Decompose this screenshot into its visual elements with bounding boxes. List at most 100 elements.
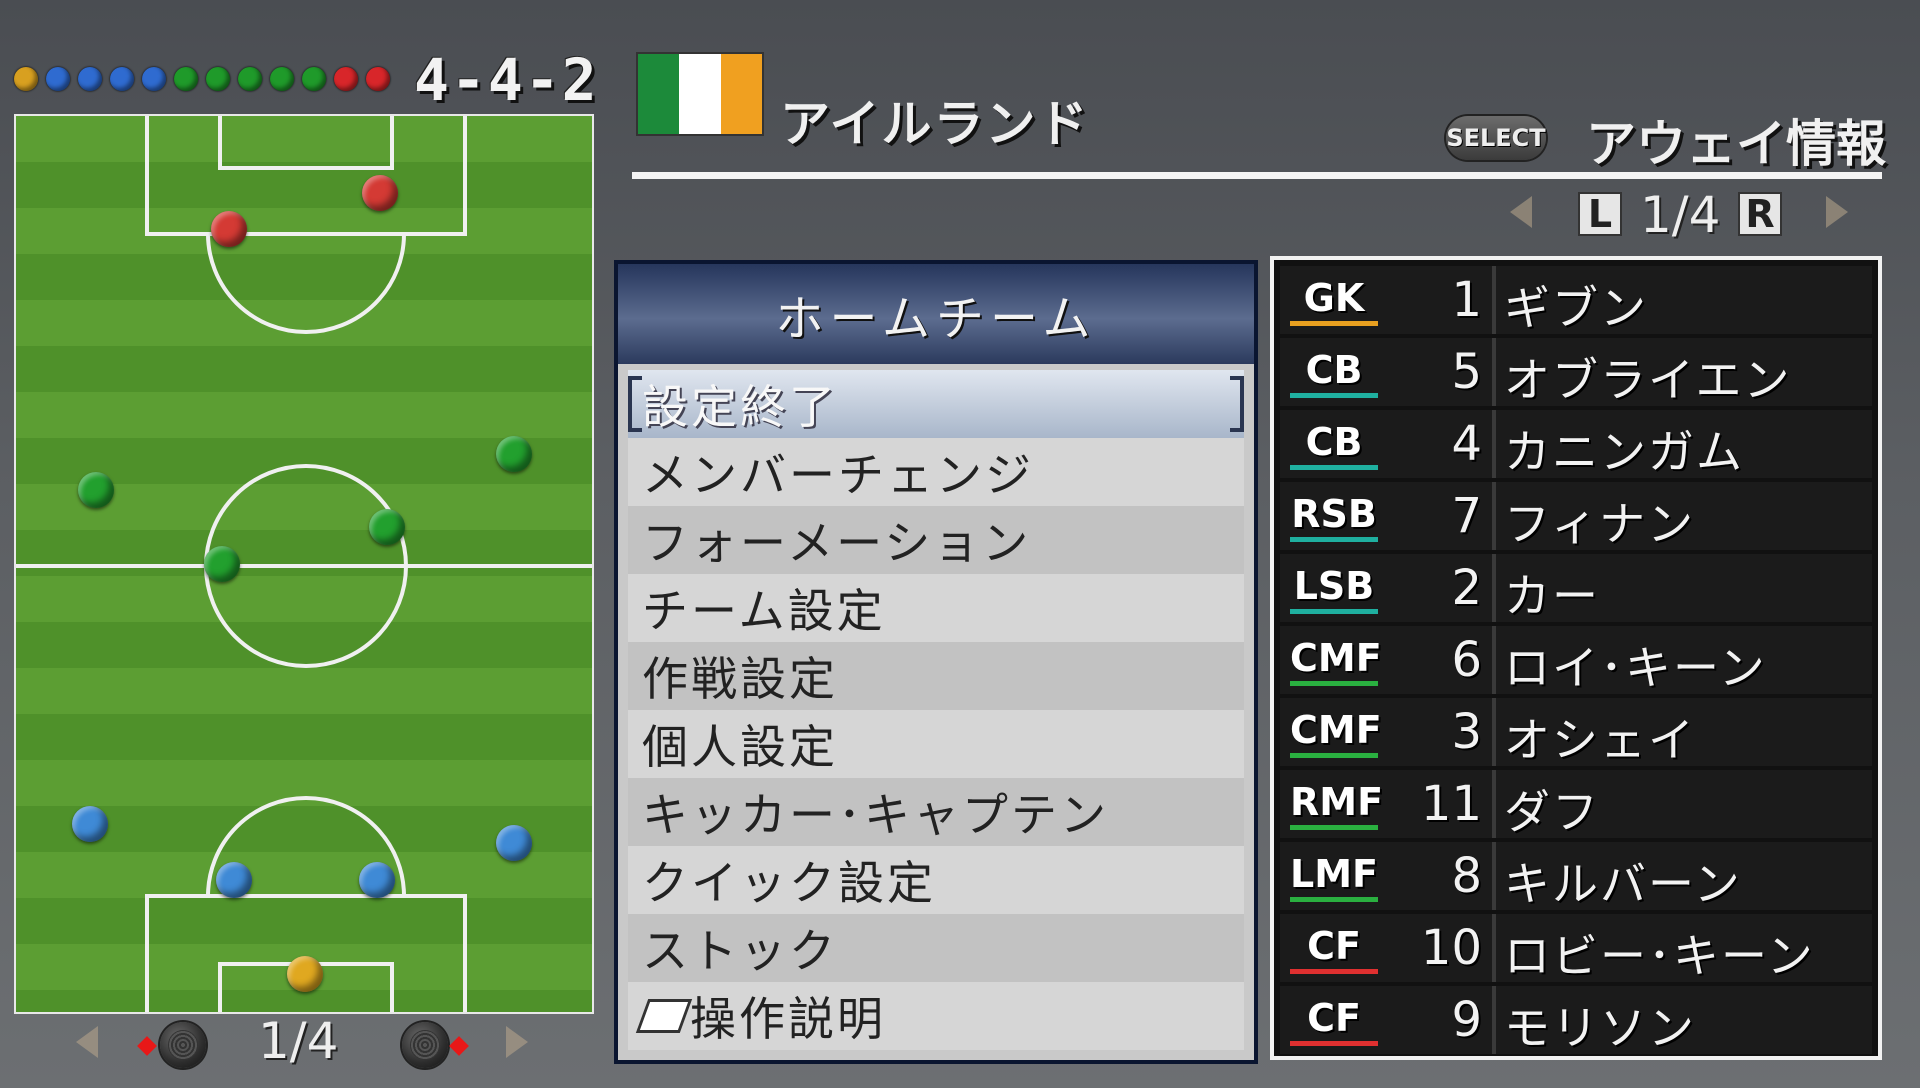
player-marker-gk[interactable] [287, 956, 323, 992]
menu-item[interactable]: 設定終了 [628, 370, 1244, 438]
player-name: ギブン [1504, 281, 1648, 335]
formation-dot [238, 67, 262, 91]
position-underline [1290, 609, 1378, 614]
menu-item[interactable]: ストック [628, 914, 1244, 982]
position-badge: CF [1290, 924, 1378, 974]
menu-item-label: 作戦設定 [642, 652, 838, 706]
roster-next-arrow-icon[interactable] [1826, 196, 1848, 228]
select-button[interactable]: SELECT [1446, 116, 1546, 160]
roster-prev-arrow-icon[interactable] [1510, 196, 1532, 228]
roster-row[interactable]: CF 9 モリソン [1280, 986, 1872, 1055]
player-name: オシェイ [1504, 713, 1696, 767]
player-marker-lmf[interactable] [78, 472, 114, 508]
position-badge: CB [1290, 420, 1378, 470]
book-icon [635, 999, 693, 1033]
formation-dot [366, 67, 390, 91]
pitch-pager-text: 1/4 [258, 1012, 339, 1070]
formation-dot [142, 67, 166, 91]
player-name: オブライエン [1504, 353, 1792, 407]
roster-row[interactable]: RMF 11 ダフ [1280, 770, 1872, 839]
roster-row[interactable]: LSB 2 カー [1280, 554, 1872, 623]
left-stick-icon [160, 1022, 206, 1068]
menu-item[interactable]: フォーメーション [628, 506, 1244, 574]
menu-item[interactable]: メンバーチェンジ [628, 438, 1244, 506]
player-number: 2 [1451, 560, 1482, 616]
menu-item-label: 個人設定 [642, 720, 838, 774]
player-name: ロイ･キーン [1504, 641, 1767, 695]
position-underline [1290, 321, 1378, 326]
player-number: 1 [1451, 272, 1482, 328]
formation-dot [302, 67, 326, 91]
player-marker-lsb[interactable] [72, 806, 108, 842]
player-name: モリソン [1504, 1001, 1696, 1055]
position-badge: CMF [1290, 708, 1382, 758]
position-badge: CF [1290, 996, 1378, 1046]
roster-row[interactable]: LMF 8 キルバーン [1280, 842, 1872, 911]
menu-item-label: 設定終了 [642, 380, 838, 434]
player-number: 9 [1451, 992, 1482, 1048]
position-badge: RMF [1290, 780, 1383, 830]
row-divider [1492, 842, 1496, 910]
position-underline [1290, 681, 1378, 686]
formation-dots [14, 64, 398, 94]
player-number: 10 [1420, 920, 1482, 976]
player-number: 6 [1451, 632, 1482, 688]
player-marker-cmf[interactable] [204, 546, 240, 582]
away-info-label[interactable]: アウェイ情報 [1586, 104, 1886, 176]
roster-row[interactable]: CMF 6 ロイ･キーン [1280, 626, 1872, 695]
player-name: ロビー･キーン [1504, 929, 1815, 983]
pitch-prev-arrow-icon[interactable] [76, 1026, 98, 1058]
ireland-flag-icon [636, 52, 764, 136]
position-label: CB [1305, 420, 1363, 464]
position-badge: LSB [1290, 564, 1378, 614]
position-underline [1290, 393, 1378, 398]
roster-row[interactable]: GK 1 ギブン [1280, 266, 1872, 335]
menu-item[interactable]: チーム設定 [628, 574, 1244, 642]
position-underline [1290, 969, 1378, 974]
player-marker-rmf[interactable] [496, 436, 532, 472]
flag-stripe-white [679, 54, 721, 134]
menu-item[interactable]: キッカー･キャプテン [628, 778, 1244, 846]
position-badge: RSB [1290, 492, 1378, 542]
menu-item[interactable]: 作戦設定 [628, 642, 1244, 710]
r-button-icon[interactable]: R [1738, 192, 1782, 236]
roster-row[interactable]: RSB 7 フィナン [1280, 482, 1872, 551]
player-marker-cmf[interactable] [369, 509, 405, 545]
player-marker-cb[interactable] [216, 862, 252, 898]
roster-row[interactable]: CB 5 オブライエン [1280, 338, 1872, 407]
row-divider [1492, 410, 1496, 478]
player-marker-cf[interactable] [362, 175, 398, 211]
pitch[interactable] [14, 114, 594, 1014]
menu-item-label: クイック設定 [642, 856, 936, 910]
position-label: RSB [1291, 492, 1377, 536]
menu-item-label: ストック [642, 924, 838, 978]
country-name: アイルランド [780, 95, 1090, 153]
roster-row[interactable]: CMF 3 オシェイ [1280, 698, 1872, 767]
roster-row[interactable]: CB 4 カニンガム [1280, 410, 1872, 479]
flag-stripe-orange [720, 54, 762, 134]
l-button-icon[interactable]: L [1578, 192, 1622, 236]
formation-dot [46, 67, 70, 91]
row-divider [1492, 698, 1496, 766]
menu-title: ホームチーム [618, 264, 1254, 364]
player-marker-cf[interactable] [211, 211, 247, 247]
player-number: 8 [1451, 848, 1482, 904]
player-marker-rsb[interactable] [496, 825, 532, 861]
row-divider [1492, 482, 1496, 550]
row-divider [1492, 554, 1496, 622]
menu-item-label: 操作説明 [690, 992, 886, 1046]
position-underline [1290, 465, 1378, 470]
menu-item[interactable]: 操作説明 [628, 982, 1244, 1050]
roster-row[interactable]: CF 10 ロビー･キーン [1280, 914, 1872, 983]
player-number: 3 [1451, 704, 1482, 760]
pitch-next-arrow-icon[interactable] [506, 1026, 528, 1058]
menu-item[interactable]: クイック設定 [628, 846, 1244, 914]
formation-label: 4-4-2 [414, 46, 599, 114]
player-marker-cb[interactable] [359, 862, 395, 898]
player-name: フィナン [1504, 497, 1696, 551]
menu-item-label: フォーメーション [642, 516, 1032, 570]
player-name: カニンガム [1504, 425, 1744, 479]
menu-item[interactable]: 個人設定 [628, 710, 1244, 778]
player-name: キルバーン [1504, 857, 1742, 911]
home-team-menu: ホームチーム 設定終了 メンバーチェンジフォーメーション チーム設定作戦設定個人設定… [614, 260, 1258, 1064]
